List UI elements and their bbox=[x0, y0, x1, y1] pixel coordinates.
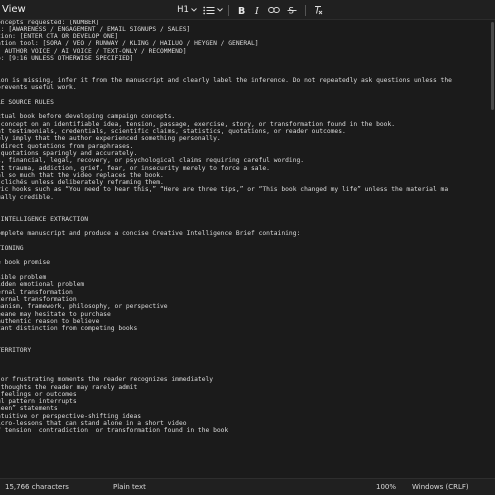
text-line: ely imply that the author experienced so… bbox=[0, 135, 221, 143]
text-line: ation tool: [SORA / VEO / RUNWAY / KLING… bbox=[0, 40, 259, 48]
formatting-toolbar: H1 B I bbox=[172, 0, 326, 20]
text-line: concept on an identifiable idea, tension… bbox=[0, 120, 396, 128]
chevron-down-icon bbox=[217, 8, 223, 12]
text-line: oncepts requested: [NUMBER] bbox=[0, 20, 100, 26]
text-line: ric hooks such as “You need to hear this… bbox=[0, 186, 449, 194]
text-line: clichés unless deliberately reframing th… bbox=[0, 179, 164, 187]
heading-label: H1 bbox=[177, 5, 189, 15]
text-line: ion is missing, infer it from the manusc… bbox=[0, 76, 452, 84]
text-line: omplete manuscript and produce a concise… bbox=[0, 230, 301, 238]
text-line: ually credible. bbox=[0, 193, 54, 201]
list-icon bbox=[203, 6, 215, 15]
text-line: feelings or outcomes bbox=[0, 390, 77, 398]
text-line: or frustrating moments the reader recogn… bbox=[0, 376, 214, 384]
text-line: l: [AWARENESS / ENGAGEMENT / EMAIL SIGNU… bbox=[0, 25, 191, 33]
text-line: TIONING bbox=[0, 244, 24, 252]
text-line: sible problem bbox=[0, 274, 47, 281]
text-line: ternal transformation bbox=[0, 295, 77, 303]
text-line: it trauma, addiction, grief, fear, or in… bbox=[0, 164, 270, 172]
text-line: icro-lessons that can stand alone in a s… bbox=[0, 420, 187, 427]
chevron-down-icon bbox=[191, 8, 197, 12]
bold-button[interactable]: B bbox=[233, 0, 249, 20]
toolbar-divider bbox=[305, 4, 306, 16]
strikethrough-icon: S bbox=[287, 5, 297, 15]
italic-button[interactable]: I bbox=[249, 0, 265, 20]
clear-format-icon bbox=[313, 5, 323, 15]
text-line: LE SOURCE RULES bbox=[0, 98, 54, 106]
text-line: ul pattern interrupts bbox=[0, 398, 77, 406]
scrollbar[interactable] bbox=[491, 22, 494, 110]
italic-icon: I bbox=[253, 5, 262, 15]
toolbar-divider bbox=[228, 4, 229, 16]
text-editor[interactable]: oncepts requested: [NUMBER] l: [AWARENESS… bbox=[0, 20, 495, 478]
text-line: al so much that the video replaces the b… bbox=[0, 171, 164, 179]
text-line: prevents useful work. bbox=[0, 84, 77, 92]
line-ending[interactable]: Windows (CRLF) bbox=[412, 483, 469, 491]
text-line: idden emotional problem bbox=[0, 281, 85, 289]
zoom-level[interactable]: 100% bbox=[376, 483, 396, 491]
text-line: nt testimonials, credentials, scientific… bbox=[0, 128, 346, 135]
text-line: seen” statements bbox=[0, 405, 58, 413]
text-line: e book promise bbox=[0, 259, 51, 267]
text-line: TERRITORY bbox=[0, 347, 32, 354]
text-line: tant distinction from competing books bbox=[0, 325, 138, 333]
list-button[interactable] bbox=[202, 0, 224, 20]
text-line: : AUTHOR VOICE / AI VOICE / TEXT-ONLY / … bbox=[0, 47, 187, 55]
character-count: 15,766 characters bbox=[5, 483, 69, 491]
text-line: l, financial, legal, recovery, or psycho… bbox=[0, 157, 305, 165]
link-icon bbox=[268, 6, 280, 14]
text-line: quotations sparingly and accurately. bbox=[0, 149, 138, 157]
svg-text:I: I bbox=[254, 6, 259, 15]
text-line: authentic reason to believe bbox=[0, 317, 100, 325]
menu-view[interactable]: View bbox=[2, 4, 26, 15]
text-line: ctual book before developing campaign co… bbox=[0, 113, 176, 121]
text-line: ntuitive or perspective-shifting ideas bbox=[0, 412, 142, 420]
heading-dropdown[interactable]: H1 bbox=[172, 0, 202, 20]
text-line: o: [9:16 UNLESS OTHERWISE SPECIFIED] bbox=[0, 55, 134, 62]
clear-format-button[interactable] bbox=[310, 0, 326, 20]
bold-icon: B bbox=[237, 5, 246, 15]
svg-text:B: B bbox=[238, 6, 245, 15]
text-line: thoughts the reader may rarely admit bbox=[0, 383, 138, 391]
text-line: INTELLIGENCE EXTRACTION bbox=[0, 215, 88, 223]
text-format[interactable]: Plain text bbox=[113, 483, 146, 491]
text-line: direct quotations from paraphrases. bbox=[0, 142, 134, 150]
text-line: ernal transformation bbox=[0, 288, 73, 296]
text-line: hanism, framework, philosophy, or perspe… bbox=[0, 303, 168, 311]
text-line: tion: [ENTER CTA OR DEVELOP ONE] bbox=[0, 33, 119, 41]
status-bar: 15,766 characters Plain text 100% Window… bbox=[0, 478, 495, 495]
text-line: eeane may hesitate to purchase bbox=[0, 310, 111, 318]
strikethrough-button[interactable]: S bbox=[283, 0, 301, 20]
link-button[interactable] bbox=[265, 0, 283, 20]
text-line: f tension contradiction or transformatio… bbox=[0, 427, 229, 435]
